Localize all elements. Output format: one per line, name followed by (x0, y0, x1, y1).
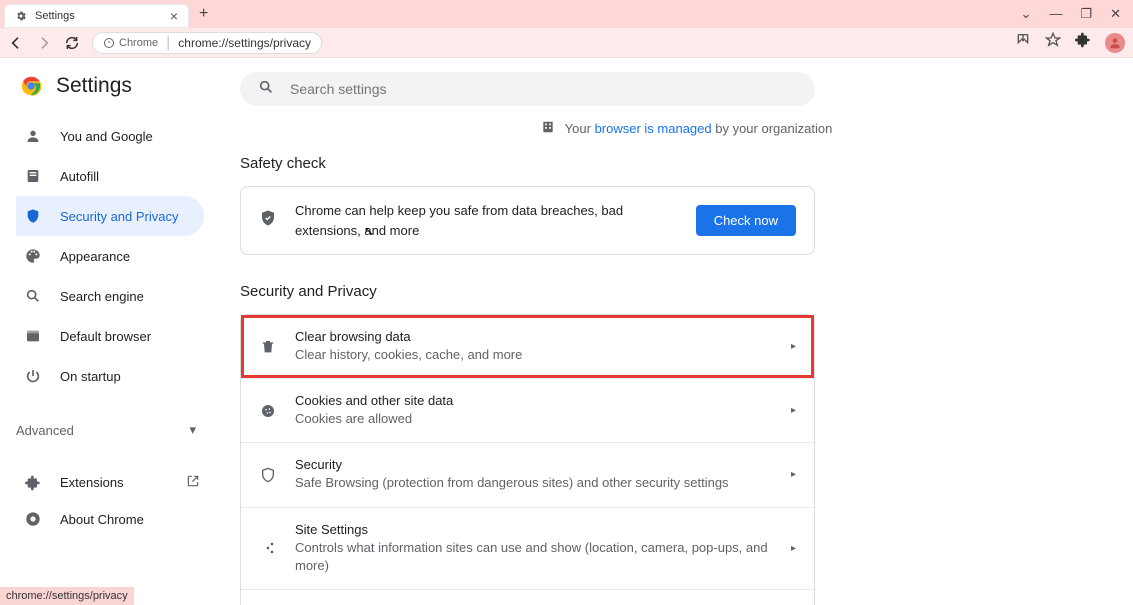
managed-banner: Your browser is managed by your organiza… (240, 120, 1133, 137)
reload-button[interactable] (64, 35, 80, 51)
autofill-icon (24, 168, 42, 184)
row-security[interactable]: Security Safe Browsing (protection from … (241, 443, 814, 507)
chevron-right-icon: ▸ (791, 543, 796, 554)
site-info-icon[interactable]: Chrome (103, 37, 158, 49)
row-subtitle: Safe Browsing (protection from dangerous… (295, 474, 773, 492)
sidebar-item-search-engine[interactable]: Search engine (16, 276, 204, 316)
chevron-right-icon: ▸ (791, 469, 796, 480)
row-subtitle: Clear history, cookies, cache, and more (295, 346, 773, 364)
browser-tab[interactable]: Settings × (4, 4, 189, 28)
sidebar-item-on-startup[interactable]: On startup (16, 356, 204, 396)
settings-header: Settings (16, 74, 240, 116)
row-cookies[interactable]: Cookies and other site data Cookies are … (241, 379, 814, 443)
status-bar: chrome://settings/privacy (0, 587, 134, 605)
trash-icon (259, 339, 277, 355)
page-title: Settings (56, 74, 132, 98)
browser-icon (24, 328, 42, 344)
palette-icon (24, 248, 42, 264)
sidebar-about[interactable]: About Chrome (16, 501, 240, 537)
chrome-icon (24, 511, 42, 527)
sidebar-item-label: Extensions (60, 475, 124, 490)
sidebar-advanced[interactable]: Advanced ▾ (16, 406, 240, 454)
omnibox-separator: | (166, 34, 170, 52)
managed-link[interactable]: browser is managed (595, 121, 712, 136)
managed-prefix: Your (565, 121, 595, 136)
search-icon (24, 288, 42, 304)
sidebar-item-security[interactable]: Security and Privacy (16, 196, 204, 236)
safety-check-title: Safety check (240, 155, 815, 172)
window-maximize-icon[interactable]: ❐ (1080, 6, 1092, 22)
new-tab-button[interactable]: + (199, 5, 208, 23)
row-subtitle: Cookies are allowed (295, 410, 773, 428)
extensions-icon[interactable] (1075, 32, 1091, 53)
person-icon (24, 128, 42, 144)
tab-close-icon[interactable]: × (170, 8, 178, 24)
sidebar-item-label: Appearance (60, 249, 130, 264)
sidebar-item-label: About Chrome (60, 512, 144, 527)
back-button[interactable] (8, 35, 24, 51)
row-title: Site Settings (295, 522, 773, 537)
safety-text: Chrome can help keep you safe from data … (295, 201, 678, 240)
share-icon[interactable] (1015, 32, 1031, 53)
chevron-right-icon: ▸ (791, 341, 796, 352)
search-settings[interactable] (240, 72, 815, 106)
advanced-label: Advanced (16, 423, 74, 438)
sidebar-item-default-browser[interactable]: Default browser (16, 316, 204, 356)
titlebar: Settings × + ⌄ — ❐ ✕ (0, 0, 1133, 28)
sidebar-extensions[interactable]: Extensions (16, 464, 240, 501)
omnibox-url: chrome://settings/privacy (178, 36, 311, 50)
sidebar-item-label: Search engine (60, 289, 144, 304)
main-panel: Your browser is managed by your organiza… (240, 58, 1133, 605)
profile-avatar[interactable] (1105, 33, 1125, 53)
addressbar: Chrome | chrome://settings/privacy (0, 28, 1133, 58)
window-close-icon[interactable]: ✕ (1110, 6, 1121, 22)
chrome-logo-icon (20, 75, 42, 97)
row-title: Clear browsing data (295, 329, 773, 344)
sidebar-item-label: Default browser (60, 329, 151, 344)
shield-icon (24, 208, 42, 224)
omnibox[interactable]: Chrome | chrome://settings/privacy (92, 32, 322, 54)
sidebar: Settings You and Google Autofill Securit… (0, 58, 240, 605)
launch-icon (186, 474, 200, 491)
row-title: Cookies and other site data (295, 393, 773, 408)
search-icon (258, 79, 274, 100)
window-dropdown-icon[interactable]: ⌄ (1021, 6, 1032, 22)
row-privacy-sandbox[interactable]: Privacy Sandbox (241, 590, 814, 605)
sidebar-item-autofill[interactable]: Autofill (16, 156, 204, 196)
managed-suffix: by your organization (712, 121, 833, 136)
safety-check-card: Chrome can help keep you safe from data … (240, 186, 815, 255)
window-controls: ⌄ — ❐ ✕ (1021, 6, 1129, 22)
power-icon (24, 368, 42, 384)
sidebar-item-label: Autofill (60, 169, 99, 184)
privacy-section-title: Security and Privacy (240, 283, 815, 300)
chevron-down-icon: ▾ (189, 422, 196, 438)
window-minimize-icon[interactable]: — (1049, 6, 1062, 22)
row-site-settings[interactable]: Site Settings Controls what information … (241, 508, 814, 590)
sidebar-item-you-and-google[interactable]: You and Google (16, 116, 204, 156)
puzzle-icon (24, 475, 42, 491)
sidebar-item-appearance[interactable]: Appearance (16, 236, 204, 276)
sidebar-item-label: You and Google (60, 129, 153, 144)
privacy-list: Clear browsing data Clear history, cooki… (240, 314, 815, 605)
shield-check-icon (259, 209, 277, 232)
chevron-right-icon: ▸ (791, 405, 796, 416)
sidebar-item-label: Security and Privacy (60, 209, 179, 224)
cookie-icon (259, 403, 277, 419)
building-icon (541, 120, 555, 137)
row-title: Security (295, 457, 773, 472)
check-now-button[interactable]: Check now (696, 205, 796, 236)
row-clear-browsing-data[interactable]: Clear browsing data Clear history, cooki… (241, 315, 814, 379)
tab-settings-icon (15, 10, 27, 22)
tune-icon (259, 540, 277, 556)
bookmark-icon[interactable] (1045, 32, 1061, 53)
row-subtitle: Controls what information sites can use … (295, 539, 773, 575)
shield-icon (259, 467, 277, 483)
sidebar-item-label: On startup (60, 369, 121, 384)
site-info-label: Chrome (119, 37, 158, 49)
forward-button[interactable] (36, 35, 52, 51)
search-input[interactable] (290, 81, 797, 97)
tab-title: Settings (35, 10, 162, 22)
